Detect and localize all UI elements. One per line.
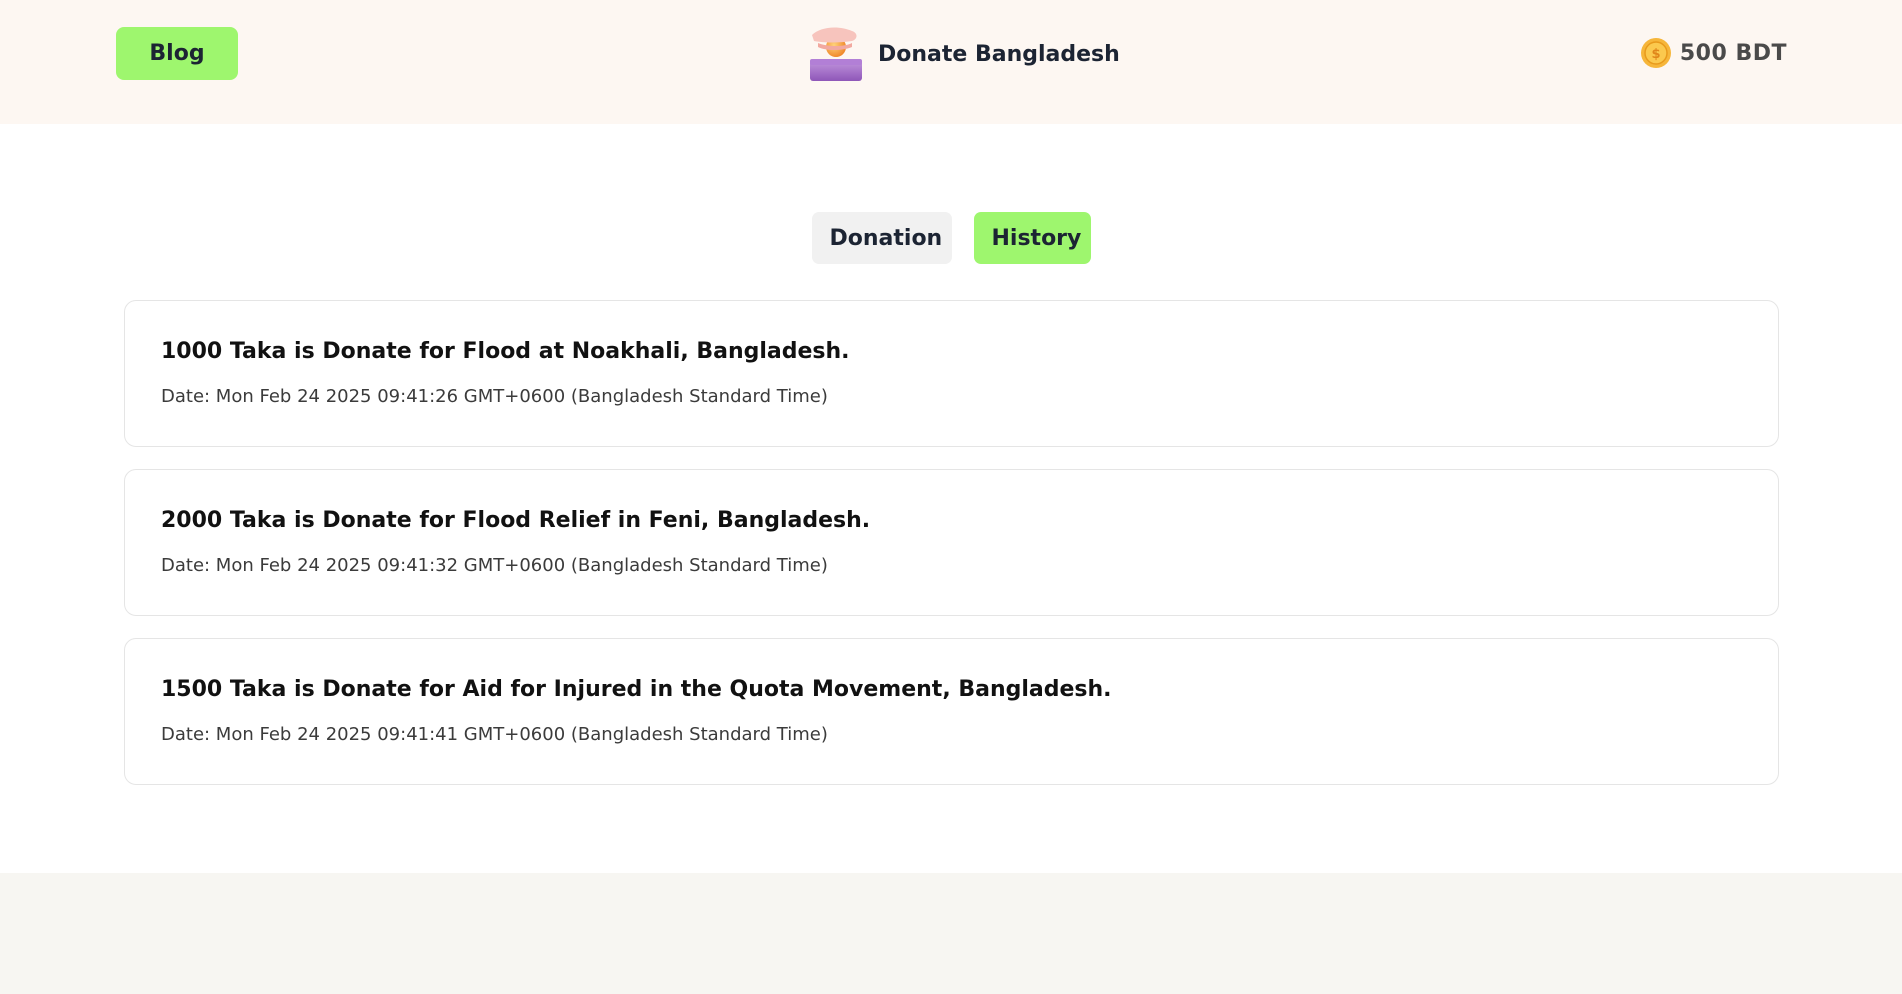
tab-history[interactable]: History [973,212,1091,264]
brand[interactable]: Donate Bangladesh [808,24,1120,84]
history-item-date: Date: Mon Feb 24 2025 09:41:32 GMT+0600 … [161,555,828,576]
balance-display: $ 500 BDT [1640,36,1787,70]
history-item-date: Date: Mon Feb 24 2025 09:41:26 GMT+0600 … [161,386,828,407]
balance-amount: 500 BDT [1679,40,1787,66]
history-item: 1500 Taka is Donate for Aid for Injured … [124,638,1779,785]
gold-coin-icon: $ [1640,38,1671,68]
history-item-title: 2000 Taka is Donate for Flood Relief in … [161,508,871,533]
svg-text:$: $ [1651,47,1660,62]
history-item-title: 1000 Taka is Donate for Flood at Noakhal… [161,339,850,364]
blog-button[interactable]: Blog [116,27,238,80]
history-item-title: 1500 Taka is Donate for Aid for Injured … [161,677,1112,702]
site-header: Blog Donate Bangladesh $ 500 BDT [0,0,1902,124]
footer [0,873,1902,994]
history-list: 1000 Taka is Donate for Flood at Noakhal… [124,300,1779,807]
history-item: 2000 Taka is Donate for Flood Relief in … [124,469,1779,616]
brand-name: Donate Bangladesh [878,41,1120,67]
section-tabs: Donation History [0,212,1902,264]
tab-donation[interactable]: Donation [811,212,952,264]
history-item-date: Date: Mon Feb 24 2025 09:41:41 GMT+0600 … [161,724,828,745]
history-item: 1000 Taka is Donate for Flood at Noakhal… [124,300,1779,447]
donation-hand-coin-icon [810,27,862,81]
